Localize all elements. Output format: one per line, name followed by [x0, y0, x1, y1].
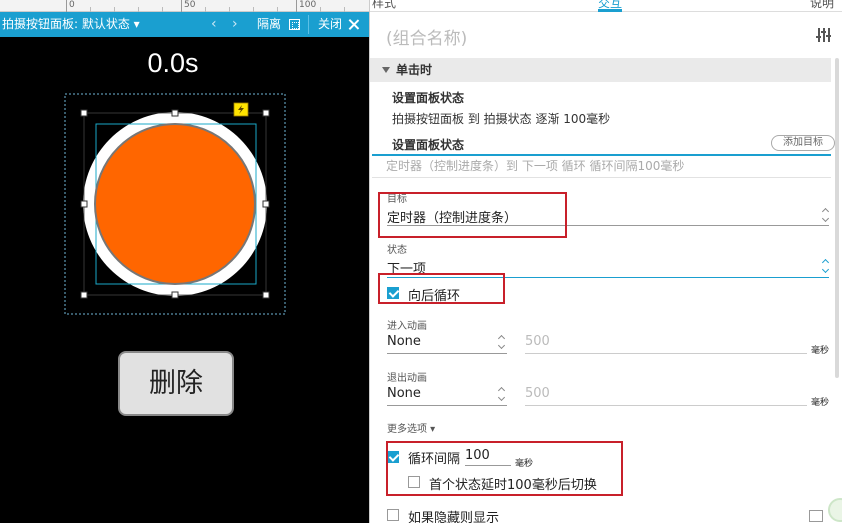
unit-label: 毫秒 [811, 346, 830, 356]
more-options-toggle[interactable]: 更多选项 ▾ [387, 420, 435, 435]
exit-animation-select[interactable]: None [387, 386, 421, 401]
exit-duration-input[interactable]: 500 [525, 386, 550, 401]
show-if-hidden-checkbox[interactable] [387, 509, 399, 521]
underline [387, 405, 507, 406]
action-title[interactable]: 设置面板状态 [392, 136, 464, 153]
select-arrows-icon[interactable] [498, 336, 506, 348]
unit-label: 毫秒 [811, 398, 830, 408]
event-header[interactable]: 单击时 [370, 58, 831, 82]
select-arrows-icon[interactable] [822, 209, 830, 221]
active-tab-indicator [598, 9, 622, 12]
capture-button-graphic[interactable] [0, 0, 369, 523]
show-if-hidden-label[interactable]: 如果隐藏则显示 [408, 507, 499, 523]
resize-handle [262, 200, 270, 208]
resize-handle [80, 200, 88, 208]
underline [387, 353, 507, 354]
event-name: 单击时 [396, 63, 433, 77]
tab-style[interactable]: 样式 [372, 0, 396, 11]
select-arrows-icon[interactable] [498, 388, 506, 400]
resize-handle [262, 109, 270, 117]
enter-animation-select[interactable]: None [387, 334, 421, 349]
settings-sliders-icon[interactable] [816, 28, 831, 42]
action-description[interactable]: 拍摄按钮面板 到 拍摄状态 逐渐 100毫秒 [392, 110, 610, 127]
tab-notes[interactable]: 说明 [810, 0, 834, 11]
delete-button[interactable]: 删除 [118, 351, 234, 416]
design-canvas[interactable]: 0 50 100 拍摄按钮面板: 默认状态 ▾ ‹ › 隔离 关闭 0.0s 删… [0, 0, 369, 523]
resize-handle [171, 291, 179, 299]
app-window: 0 50 100 拍摄按钮面板: 默认状态 ▾ ‹ › 隔离 关闭 0.0s 删… [0, 0, 842, 523]
resize-handle [262, 291, 270, 299]
highlight-box [378, 273, 505, 304]
add-target-button[interactable]: 添加目标 [771, 135, 835, 151]
interaction-panel: 样式 交互 说明 (组合名称) 单击时 设置面板状态 拍摄按钮面板 到 拍摄状态… [369, 0, 842, 523]
panel-tabs: 样式 交互 说明 [370, 0, 842, 12]
selected-action-row[interactable]: 定时器（控制进度条）到 下一项 循环 循环间隔100毫秒 [372, 154, 831, 178]
enter-animation-label: 进入动画 [387, 321, 427, 332]
status-circle-icon [828, 498, 842, 522]
underline [525, 405, 807, 406]
underline [525, 353, 807, 354]
group-name-input[interactable]: (组合名称) [386, 24, 467, 49]
resize-handle [171, 109, 179, 117]
resize-handle [80, 109, 88, 117]
action-title[interactable]: 设置面板状态 [392, 89, 464, 106]
capture-button-circle [94, 123, 256, 285]
highlight-box [378, 192, 567, 238]
scrollbar[interactable] [835, 58, 839, 378]
state-label: 状态 [387, 245, 407, 256]
collapse-triangle-icon[interactable] [382, 67, 390, 73]
exit-animation-label: 退出动画 [387, 373, 427, 384]
select-arrows-icon[interactable] [822, 260, 830, 272]
highlight-box [386, 441, 623, 496]
enter-duration-input[interactable]: 500 [525, 334, 550, 349]
resize-handle [80, 291, 88, 299]
window-restore-icon[interactable] [809, 510, 823, 522]
